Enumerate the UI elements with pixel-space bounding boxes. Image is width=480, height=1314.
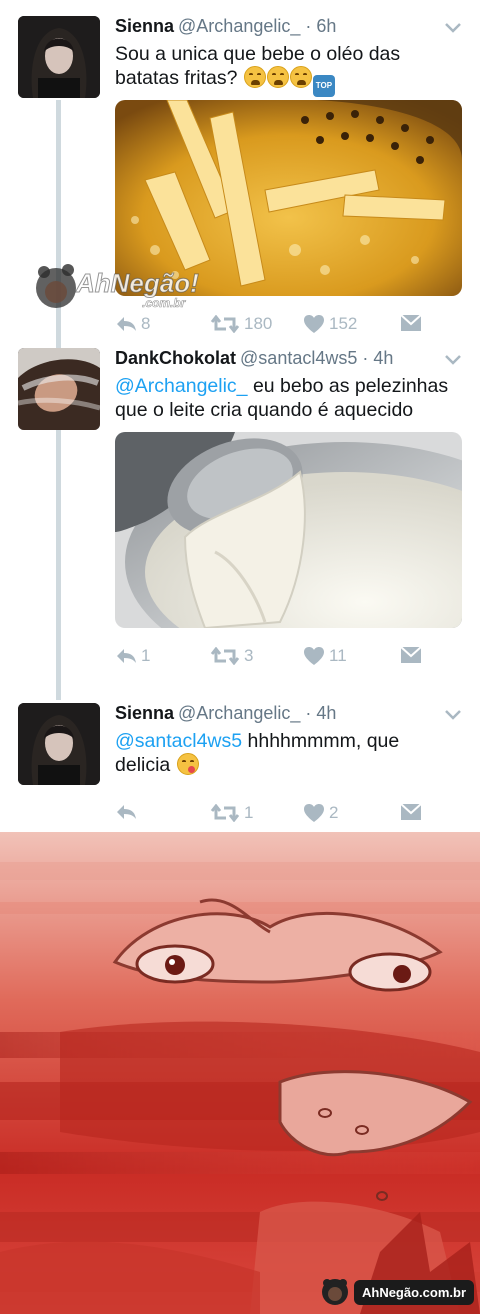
tweet-header: Sienna @Archangelic_ · 4h — [115, 703, 336, 724]
tweet-text: @santacl4ws5 hhhhmmmm, que delicia — [115, 729, 435, 777]
tweet-text: Sou a unica que bebe o oléo das batatas … — [115, 42, 465, 97]
avatar[interactable] — [18, 16, 100, 98]
like-count: 11 — [329, 646, 347, 665]
retweet-icon — [210, 804, 240, 822]
tweet-2[interactable]: DankChokolat @santacl4ws5 · 4h @Archangel… — [0, 348, 480, 668]
retweet-icon — [210, 647, 240, 665]
avatar[interactable] — [18, 703, 100, 785]
retweet-count: 180 — [244, 314, 273, 333]
timestamp[interactable]: · 6h — [305, 16, 336, 36]
retweet-button[interactable]: 1 — [210, 803, 253, 823]
retweet-count: 1 — [244, 803, 254, 822]
like-button[interactable]: 11 — [303, 646, 347, 666]
envelope-icon — [400, 646, 422, 663]
reply-count: 1 — [141, 646, 151, 665]
ahnegao-mascot-icon — [321, 1279, 348, 1305]
timestamp[interactable]: · 4h — [362, 348, 393, 368]
direct-message-button[interactable] — [400, 646, 422, 664]
heart-icon — [304, 647, 324, 665]
footer-watermark: AhNegão.com.br — [320, 1278, 474, 1306]
weary-face-emoji — [243, 66, 266, 88]
chevron-down-icon[interactable] — [444, 354, 462, 366]
weary-face-emoji — [289, 66, 312, 88]
envelope-icon — [400, 803, 422, 820]
reply-icon — [117, 805, 136, 819]
reply-button[interactable]: 1 — [115, 646, 150, 666]
user-handle[interactable]: @santacl4ws5 — [240, 348, 357, 368]
envelope-icon — [400, 314, 422, 331]
footer-watermark-text: AhNegão.com.br — [353, 1279, 474, 1305]
like-count: 2 — [329, 803, 339, 822]
direct-message-button[interactable] — [400, 314, 422, 332]
weary-face-emoji — [266, 66, 289, 88]
tweet-header: DankChokolat @santacl4ws5 · 4h — [115, 348, 393, 369]
tweet-actions: 1 3 11 — [115, 646, 425, 668]
heart-icon — [304, 804, 324, 822]
display-name[interactable]: Sienna — [115, 16, 174, 36]
user-handle[interactable]: @Archangelic_ — [178, 16, 300, 36]
retweet-count: 3 — [244, 646, 254, 665]
display-name[interactable]: DankChokolat — [115, 348, 236, 368]
tweet-header: Sienna @Archangelic_ · 6h — [115, 16, 336, 37]
tweet-actions: 1 2 — [115, 803, 425, 825]
retweet-button[interactable]: 3 — [210, 646, 253, 666]
like-button[interactable]: 2 — [303, 803, 338, 823]
retweet-icon — [210, 315, 240, 333]
watermark-logo-sub: .com.br — [142, 296, 186, 311]
like-count: 152 — [329, 314, 358, 333]
ahnegao-watermark-logo: AhNegão! .com.br — [30, 258, 200, 328]
display-name[interactable]: Sienna — [115, 703, 174, 723]
heart-icon — [304, 315, 324, 333]
yum-face-emoji — [176, 753, 199, 775]
chevron-down-icon[interactable] — [444, 709, 462, 721]
like-button[interactable]: 152 — [303, 314, 357, 334]
mention-link[interactable]: @santacl4ws5 — [115, 730, 242, 752]
user-handle[interactable]: @Archangelic_ — [178, 703, 300, 723]
reply-button[interactable] — [115, 803, 141, 821]
tweet-text: @Archangelic_ eu bebo as pelezinhas que … — [115, 374, 465, 422]
chevron-down-icon[interactable] — [444, 22, 462, 34]
avatar[interactable] — [18, 348, 100, 430]
timestamp[interactable]: · 4h — [305, 703, 336, 723]
mention-link[interactable]: @Archangelic_ — [115, 375, 248, 397]
top-arrow-emoji: TOP — [312, 75, 335, 97]
reply-icon — [117, 649, 136, 663]
pepe-reaction-meme-image: AhNegão.com.br — [0, 832, 480, 1314]
watermark-logo-text: AhNegão! — [76, 268, 200, 299]
direct-message-button[interactable] — [400, 803, 422, 821]
milk-pot-image[interactable] — [115, 432, 462, 628]
tweet-3[interactable]: Sienna @Archangelic_ · 4h @santacl4ws5 hh… — [0, 703, 480, 828]
retweet-button[interactable]: 180 — [210, 314, 272, 334]
